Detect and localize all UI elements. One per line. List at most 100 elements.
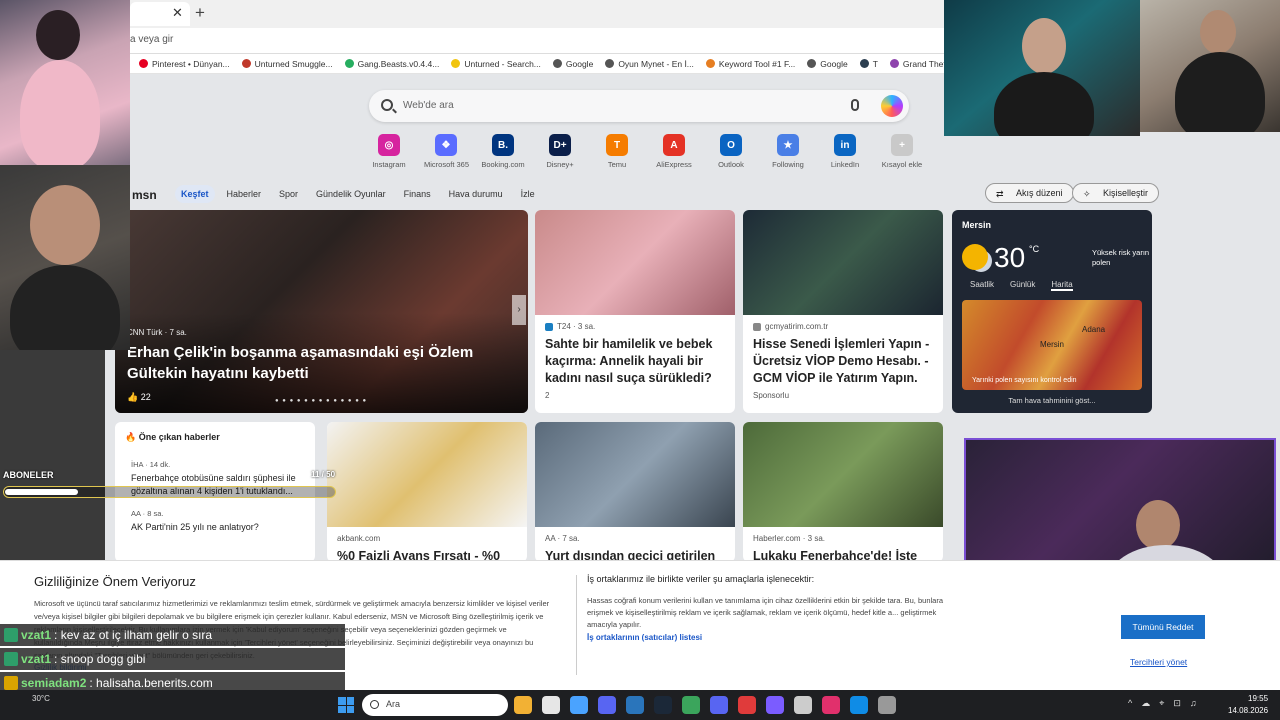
pollen-note[interactable]: Yarınki polen sayısını kontrol edin [972, 377, 1077, 384]
weather-city[interactable]: Mersin [962, 220, 991, 230]
quick-link-label: Booking.com [481, 160, 525, 169]
bookmark-item[interactable]: Unturned Smuggle... [241, 59, 333, 69]
hero-title[interactable]: Erhan Çelik'in boşanma aşamasındaki eşi … [127, 342, 507, 384]
bookmark-item[interactable]: Google [552, 59, 593, 69]
taskbar-app-icon[interactable] [878, 696, 896, 714]
bookmark-item[interactable]: Gang.Beasts.v0.4.4... [344, 59, 439, 69]
taskbar-app-icon[interactable] [654, 696, 672, 714]
bookmark-item[interactable]: T [859, 59, 878, 69]
tab-4[interactable]: Finans [398, 185, 437, 203]
taskbar-app-icon[interactable] [794, 696, 812, 714]
news-card[interactable]: akbank.com %0 Faizli Avans Fırsatı - %0 [327, 422, 527, 562]
personalize-button[interactable]: ✧ Kişiselleştir [1072, 183, 1160, 203]
taskbar-app-icon[interactable] [850, 696, 868, 714]
bookmark-item[interactable]: Unturned - Search... [451, 59, 541, 69]
reject-all-button[interactable]: Tümünü Reddet [1121, 615, 1205, 639]
close-tab-icon[interactable]: ✕ [172, 5, 183, 21]
web-search-box[interactable]: Web'de ara [369, 90, 909, 122]
bookmark-item[interactable]: Keyword Tool #1 F... [705, 58, 796, 69]
weather-tab[interactable]: Saatlik [970, 280, 994, 291]
taskbar-search[interactable]: Ara [362, 694, 508, 716]
msn-logo[interactable]: msn [132, 188, 157, 202]
taskbar-app-icon[interactable] [766, 696, 784, 714]
news-title[interactable]: Hisse Senedi İşlemleri Yapın - Ücretsiz … [753, 336, 933, 387]
manage-prefs-link[interactable]: Tercihleri yönet [1130, 657, 1187, 667]
weather-tab[interactable]: Günlük [1010, 280, 1035, 291]
quick-link[interactable]: + Kısayol ekle [880, 134, 924, 169]
news-source: AA · 7 sa. [545, 534, 580, 543]
tab-3[interactable]: Gündelik Oyunlar [310, 185, 392, 203]
taskbar-app-icon[interactable] [514, 696, 532, 714]
hero-story[interactable]: CNN Türk · 7 sa. Erhan Çelik'in boşanma … [115, 210, 528, 413]
hero-likes[interactable]: 👍 22 [127, 392, 151, 403]
carousel-dots[interactable]: ● ● ● ● ● ● ● ● ● ● ● ● ● [275, 398, 367, 404]
quick-link[interactable]: ❖ Microsoft 365 [424, 134, 469, 169]
tray-icon[interactable]: ⊡ [1173, 698, 1181, 709]
news-source-text: gcmyatirim.com.tr [765, 322, 829, 331]
weather-card[interactable]: Mersin 30 °C Yüksek risk yarın polen Saa… [952, 210, 1152, 413]
quick-link[interactable]: O Outlook [709, 134, 753, 169]
taskbar-app-icon[interactable] [626, 696, 644, 714]
weather-map[interactable]: Adana Mersin Yarınki polen sayısını kont… [962, 300, 1142, 390]
quick-link[interactable]: D+ Disney+ [538, 134, 582, 169]
address-text[interactable]: a veya gir [130, 34, 173, 45]
news-image [743, 210, 943, 315]
news-title[interactable]: Sahte bir hamilelik ve bebek kaçırma: An… [545, 336, 725, 387]
weather-tab[interactable]: Harita [1051, 280, 1073, 291]
taskbar-clock[interactable]: 19:55 14.08.2026 [1228, 693, 1268, 717]
bookmark-icon [889, 59, 899, 68]
copilot-icon[interactable] [881, 95, 903, 117]
quick-link-label: AliExpress [656, 160, 692, 169]
taskbar-app-icon[interactable] [710, 696, 728, 714]
search-input[interactable]: Web'de ara [403, 100, 454, 111]
taskbar-app-icon[interactable] [682, 696, 700, 714]
partners-link[interactable]: İş ortaklarının (satıcılar) listesi [587, 633, 702, 642]
cam-person [10, 265, 120, 350]
taskbar-app-icon[interactable] [822, 696, 840, 714]
taskbar-search-input[interactable]: Ara [386, 699, 400, 709]
quick-link[interactable]: in LinkedIn [823, 134, 867, 169]
bookmark-item[interactable]: Oyun Mynet - En İ... [605, 59, 694, 69]
chat-username: vzat1 [21, 628, 52, 642]
trending-item[interactable]: AK Parti'nin 25 yılı ne anlatıyor? [131, 521, 311, 534]
taskbar-weather[interactable]: 30°C [32, 694, 50, 703]
microphone-icon[interactable] [851, 99, 859, 111]
tray-icon[interactable]: ♫ [1190, 698, 1197, 709]
quick-link[interactable]: B. Booking.com [481, 134, 525, 169]
tab-5[interactable]: Hava durumu [443, 185, 509, 203]
taskbar-app-icon[interactable] [570, 696, 588, 714]
news-card[interactable]: AA · 7 sa. Yurt dışından geçici getirilen [535, 422, 735, 562]
new-tab-button[interactable]: + [195, 3, 205, 23]
taskbar-app-icon[interactable] [598, 696, 616, 714]
windows-start-icon[interactable] [338, 697, 354, 713]
news-card[interactable]: T24 · 3 sa. Sahte bir hamilelik ve bebek … [535, 210, 735, 413]
quick-link[interactable]: ◎ Instagram [367, 134, 411, 169]
news-card[interactable]: Haberler.com · 3 sa. Lukaku Fenerbahçe'de… [743, 422, 943, 562]
quick-link[interactable]: T Temu [595, 134, 639, 169]
tab-0[interactable]: Keşfet [175, 185, 215, 203]
cam-person [994, 72, 1094, 136]
quick-link[interactable]: A AliExpress [652, 134, 696, 169]
tab-2[interactable]: Spor [273, 185, 304, 203]
tray-icon[interactable]: ☁ [1141, 698, 1150, 709]
layout-button[interactable]: ⇄ Akış düzeni [985, 183, 1074, 203]
quick-link[interactable]: ★ Following [766, 134, 810, 169]
bookmark-item[interactable]: Google [807, 59, 848, 69]
chat-username: semiadam2 [21, 676, 87, 690]
tab-6[interactable]: İzle [515, 185, 541, 203]
taskbar-app-icon[interactable] [542, 696, 560, 714]
news-card[interactable]: gcmyatirim.com.tr Hisse Senedi İşlemleri … [743, 210, 943, 413]
bookmark-item[interactable]: Grand Theft [889, 59, 948, 69]
bookmark-label: Keyword Tool #1 F... [718, 58, 796, 69]
tray-icon[interactable]: ⌖ [1159, 698, 1164, 709]
tab-1[interactable]: Haberler [221, 185, 268, 203]
clock-time: 19:55 [1248, 694, 1269, 703]
carousel-next-button[interactable]: › [512, 295, 526, 325]
taskbar-app-icon[interactable] [738, 696, 756, 714]
bookmark-icon [241, 59, 251, 68]
bookmark-item[interactable]: Pinterest • Dünyan... [139, 59, 230, 69]
pollen-risk[interactable]: Yüksek risk yarın polen [1092, 248, 1152, 268]
like-count: 22 [140, 392, 151, 402]
tray-icon[interactable]: ^ [1128, 698, 1132, 709]
full-forecast-link[interactable]: Tam hava tahminini göst... [952, 396, 1152, 405]
